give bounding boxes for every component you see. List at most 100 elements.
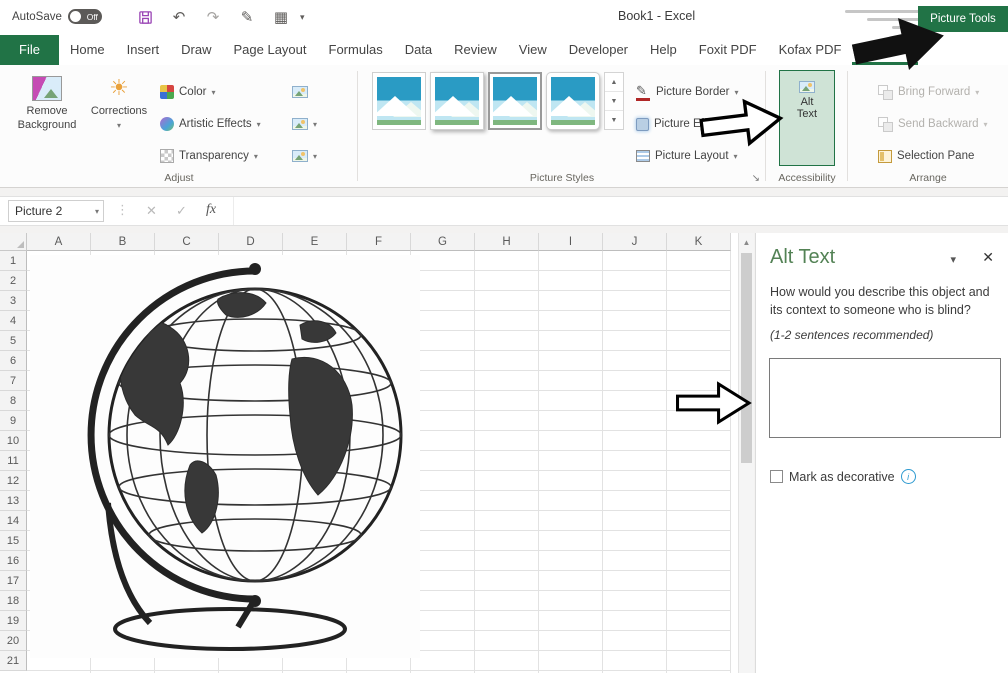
- globe-picture[interactable]: [30, 255, 420, 658]
- picture-style-thumbnail[interactable]: [488, 72, 542, 130]
- column-header-e[interactable]: E: [283, 233, 347, 251]
- globe-sketch: [30, 255, 420, 658]
- row-header-15[interactable]: 15: [0, 531, 27, 551]
- autosave-control[interactable]: AutoSave Off: [12, 9, 102, 24]
- tab-page-layout[interactable]: Page Layout: [223, 35, 318, 65]
- row-header-9[interactable]: 9: [0, 411, 27, 431]
- tab-review[interactable]: Review: [443, 35, 508, 65]
- tab-kofax-pdf[interactable]: Kofax PDF: [768, 35, 853, 65]
- gallery-more-icon[interactable]: ▼: [605, 111, 623, 129]
- name-box[interactable]: Picture 2 ▾: [8, 200, 104, 222]
- remove-background-button[interactable]: Remove Background: [12, 71, 82, 133]
- tab-help[interactable]: Help: [639, 35, 688, 65]
- vertical-scrollbar[interactable]: ▲: [738, 233, 754, 673]
- bring-forward-button[interactable]: Bring Forward ▾: [878, 79, 979, 105]
- mark-decorative-checkbox[interactable]: [770, 470, 783, 483]
- column-header-b[interactable]: B: [91, 233, 155, 251]
- row-header-8[interactable]: 8: [0, 391, 27, 411]
- column-header-f[interactable]: F: [347, 233, 411, 251]
- row-header-18[interactable]: 18: [0, 591, 27, 611]
- compress-pictures-button[interactable]: [292, 79, 308, 105]
- row-header-14[interactable]: 14: [0, 511, 27, 531]
- chevron-down-icon[interactable]: ▾: [95, 207, 99, 216]
- row-header-5[interactable]: 5: [0, 331, 27, 351]
- info-icon[interactable]: i: [901, 469, 916, 484]
- send-backward-button[interactable]: Send Backward ▾: [878, 111, 988, 137]
- picture-border-icon: [636, 84, 651, 101]
- corrections-label: Corrections: [91, 105, 147, 117]
- tab-draw[interactable]: Draw: [170, 35, 222, 65]
- picture-style-thumbnail[interactable]: [372, 72, 426, 130]
- close-icon[interactable]: ✕: [982, 249, 994, 266]
- column-header-c[interactable]: C: [155, 233, 219, 251]
- customize-qat-icon[interactable]: ▾: [300, 12, 305, 23]
- column-header-a[interactable]: A: [27, 233, 91, 251]
- redo-icon[interactable]: ↷: [196, 5, 230, 29]
- selection-pane-icon: [878, 150, 892, 163]
- scrollbar-thumb[interactable]: [741, 253, 752, 463]
- row-header-10[interactable]: 10: [0, 431, 27, 451]
- tab-file[interactable]: File: [0, 35, 59, 65]
- alt-text-input[interactable]: [769, 358, 1001, 438]
- save-icon[interactable]: [128, 5, 162, 29]
- row-header-4[interactable]: 4: [0, 311, 27, 331]
- undo-icon[interactable]: ↶: [162, 5, 196, 29]
- row-header-13[interactable]: 13: [0, 491, 27, 511]
- column-headers: ABCDEFGHIJK: [27, 233, 731, 251]
- tab-formulas[interactable]: Formulas: [318, 35, 394, 65]
- column-header-j[interactable]: J: [603, 233, 667, 251]
- row-header-11[interactable]: 11: [0, 451, 27, 471]
- tab-developer[interactable]: Developer: [558, 35, 639, 65]
- bring-forward-label: Bring Forward: [898, 86, 970, 98]
- row-header-1[interactable]: 1: [0, 251, 27, 271]
- alt-text-button[interactable]: Alt Text: [779, 70, 835, 166]
- row-header-21[interactable]: 21: [0, 651, 27, 671]
- column-header-d[interactable]: D: [219, 233, 283, 251]
- thumbnail-image: [435, 77, 479, 125]
- column-header-k[interactable]: K: [667, 233, 731, 251]
- reset-picture-button[interactable]: ▾: [292, 143, 317, 169]
- tab-data[interactable]: Data: [394, 35, 443, 65]
- formula-bar: Picture 2 ▾ ⋮ ✕ ✓ fx: [0, 196, 1008, 226]
- picture-style-thumbnail[interactable]: [430, 72, 484, 130]
- row-header-19[interactable]: 19: [0, 611, 27, 631]
- artistic-effects-button[interactable]: Artistic Effects ▾: [160, 111, 261, 137]
- tab-view[interactable]: View: [508, 35, 558, 65]
- gallery-scroll-up-icon[interactable]: ▲: [605, 73, 623, 92]
- picture-style-thumbnail[interactable]: [546, 72, 600, 130]
- column-header-i[interactable]: I: [539, 233, 603, 251]
- tab-foxit-pdf[interactable]: Foxit PDF: [688, 35, 768, 65]
- row-header-16[interactable]: 16: [0, 551, 27, 571]
- row-header-2[interactable]: 2: [0, 271, 27, 291]
- select-all-corner[interactable]: [0, 233, 27, 251]
- transparency-button[interactable]: Transparency ▾: [160, 143, 258, 169]
- corrections-button[interactable]: ☀ Corrections ▾: [86, 71, 152, 133]
- gallery-scroll-down-icon[interactable]: ▼: [605, 92, 623, 111]
- row-header-20[interactable]: 20: [0, 631, 27, 651]
- insert-function-icon[interactable]: fx: [206, 202, 216, 218]
- row-header-3[interactable]: 3: [0, 291, 27, 311]
- color-button[interactable]: Color ▾: [160, 79, 216, 105]
- column-header-g[interactable]: G: [411, 233, 475, 251]
- autosave-toggle[interactable]: Off: [68, 9, 102, 24]
- pen-icon[interactable]: ✎: [230, 5, 264, 29]
- scroll-up-icon[interactable]: ▲: [739, 233, 754, 251]
- cancel-icon[interactable]: ✕: [146, 203, 157, 219]
- column-header-h[interactable]: H: [475, 233, 539, 251]
- mark-decorative-label: Mark as decorative: [789, 470, 895, 484]
- change-picture-button[interactable]: ▾: [292, 111, 317, 137]
- chevron-down-icon[interactable]: ▾: [950, 253, 956, 266]
- grid-icon[interactable]: ▦: [264, 5, 298, 29]
- row-header-17[interactable]: 17: [0, 571, 27, 591]
- toggle-knob-icon: [70, 11, 81, 22]
- row-header-7[interactable]: 7: [0, 371, 27, 391]
- pane-title: Alt Text: [770, 246, 835, 269]
- formula-input[interactable]: [233, 197, 1008, 225]
- tab-home[interactable]: Home: [59, 35, 116, 65]
- group-label-picture-styles: Picture Styles: [358, 172, 766, 184]
- row-header-12[interactable]: 12: [0, 471, 27, 491]
- row-header-6[interactable]: 6: [0, 351, 27, 371]
- selection-pane-button[interactable]: Selection Pane: [878, 143, 974, 169]
- enter-icon[interactable]: ✓: [176, 203, 187, 219]
- tab-insert[interactable]: Insert: [116, 35, 171, 65]
